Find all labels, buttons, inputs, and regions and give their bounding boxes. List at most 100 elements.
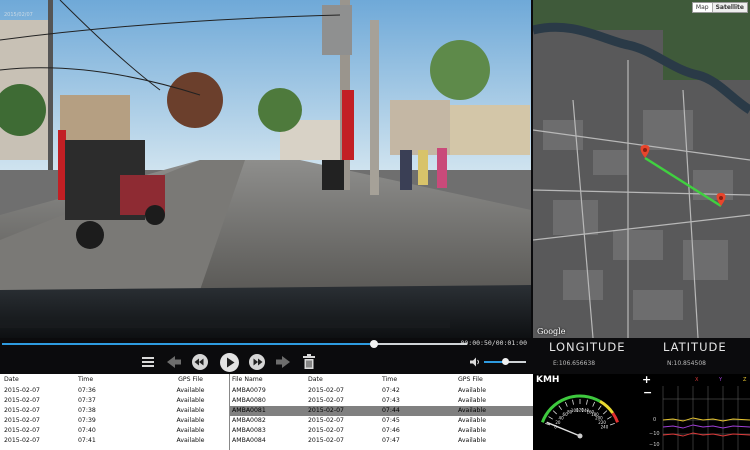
table-row[interactable]: 2015-02-07 07:39 Available [0,416,229,426]
trash-icon [303,354,315,369]
table-row[interactable]: 2015-02-07 07:41 Available [0,436,229,446]
table-cell: Available [176,427,205,434]
column-date[interactable]: Date [0,374,78,386]
table-row[interactable]: 2015-02-07 07:37 Available [0,396,229,406]
series-z-line [662,417,750,422]
table-row[interactable]: AMBA0081 2015-02-07 07:44 Available [230,406,533,416]
mute-button[interactable] [470,357,480,367]
dashcam-player-window: 2015/02/07 Map Satellite Google 00:00:50… [0,0,750,450]
map-type-satellite[interactable]: Satellite [711,3,747,12]
volume-slider[interactable] [484,358,526,365]
gauge-tick [609,422,615,426]
table-cell: 2015-02-07 [4,417,40,424]
table-row[interactable]: AMBA0082 2015-02-07 07:45 Available [230,416,533,426]
table-cell: Available [176,397,205,404]
table-cell: 2015-02-07 [308,437,344,444]
play-button[interactable] [219,352,240,372]
column-file-name[interactable]: File Name [230,374,306,386]
gauge-arc [611,412,619,423]
gauge-tick [592,401,596,407]
delete-button[interactable] [302,352,316,372]
gauge-tick [586,399,588,405]
table-cell: 2015-02-07 [308,427,344,434]
playlist-icon [142,357,154,367]
table-cell: AMBA0083 [232,427,266,434]
series-y-line [662,424,750,429]
progress-row: 00:00:50/00:01:00 [0,338,531,350]
gauge-tick [564,401,568,407]
table-cell: 07:41 [78,437,96,444]
map-type-map[interactable]: Map [693,3,712,12]
table-cell: 2015-02-07 [4,397,40,404]
file-list-right: File Name Date Time GPS File AMBA0079 201… [230,374,533,450]
rewind-button[interactable] [191,352,209,372]
table-cell: 07:42 [382,387,400,394]
table-cell: AMBA0084 [232,437,266,444]
table-cell: 2015-02-07 [308,407,344,414]
table-cell: 2015-02-07 [4,407,40,414]
video-viewport[interactable]: 2015/02/07 [0,0,531,338]
column-gps-file[interactable]: GPS File [456,374,533,386]
series-x-line [662,432,750,437]
map-tiles [533,0,750,338]
table-cell: Available [176,407,205,414]
table-cell: 2015-02-07 [4,437,40,444]
coordinates-panel: LONGITUDE LATITUDE E:106.656638 N:10.854… [533,338,750,374]
longitude-heading: LONGITUDE [549,340,626,354]
progress-bar[interactable] [2,340,467,348]
fast-forward-button[interactable] [248,352,266,372]
table-cell: 07:43 [382,397,400,404]
volume-handle[interactable] [502,358,509,365]
previous-file-button[interactable] [166,352,182,372]
table-cell: Available [458,417,487,424]
table-cell: Available [176,417,205,424]
table-cell: 2015-02-07 [308,397,344,404]
dashcam-frame [0,0,531,338]
table-cell: Available [458,407,487,414]
table-cell: 2015-02-07 [4,387,40,394]
gauge-tick [552,410,557,415]
speedometer: 020406080100120140160180200220240 [541,394,619,439]
prev-arrow-icon [167,356,181,368]
file-list-left: Date Time GPS File 2015-02-07 07:36 Availa… [0,374,229,450]
column-time[interactable]: Time [380,374,456,386]
table-row[interactable]: 2015-02-07 07:38 Available [0,406,229,416]
latitude-heading: LATITUDE [663,340,727,354]
table-cell: 07:40 [78,427,96,434]
table-cell: AMBA0081 [232,407,266,414]
table-body: AMBA0079 2015-02-07 07:42 Available AMBA0080… [230,386,533,446]
g-sensor-graph [662,386,750,450]
play-icon [220,352,239,372]
table-cell: Available [458,427,487,434]
progress-handle[interactable] [370,340,378,348]
column-time[interactable]: Time [78,374,152,386]
gauge-needle [546,421,581,437]
gauge-tick [607,416,612,420]
gauge-tick [558,405,562,411]
table-cell: 07:37 [78,397,96,404]
table-header: Date Time GPS File [0,374,229,386]
table-header: File Name Date Time GPS File [230,374,533,386]
table-row[interactable]: AMBA0079 2015-02-07 07:42 Available [230,386,533,396]
playlist-button[interactable] [141,352,155,372]
table-row[interactable]: 2015-02-07 07:40 Available [0,426,229,436]
table-row[interactable]: AMBA0084 2015-02-07 07:47 Available [230,436,533,446]
table-cell: AMBA0080 [232,397,266,404]
table-cell: 2015-02-07 [308,417,344,424]
fast-forward-icon [249,354,265,370]
table-cell: 2015-02-07 [308,387,344,394]
latitude-value: N:10.854508 [667,360,706,367]
table-cell: 07:47 [382,437,400,444]
gauge-tick [548,416,553,420]
gauge-tick [572,399,574,405]
column-gps-file[interactable]: GPS File [152,374,229,386]
table-row[interactable]: AMBA0080 2015-02-07 07:43 Available [230,396,533,406]
column-date[interactable]: Date [306,374,380,386]
table-cell: 07:39 [78,417,96,424]
table-row[interactable]: 2015-02-07 07:36 Available [0,386,229,396]
table-cell: Available [176,437,205,444]
gps-map[interactable]: Map Satellite Google [533,0,750,338]
table-row[interactable]: AMBA0083 2015-02-07 07:46 Available [230,426,533,436]
next-file-button[interactable] [275,352,291,372]
gauge-tick [603,410,608,415]
